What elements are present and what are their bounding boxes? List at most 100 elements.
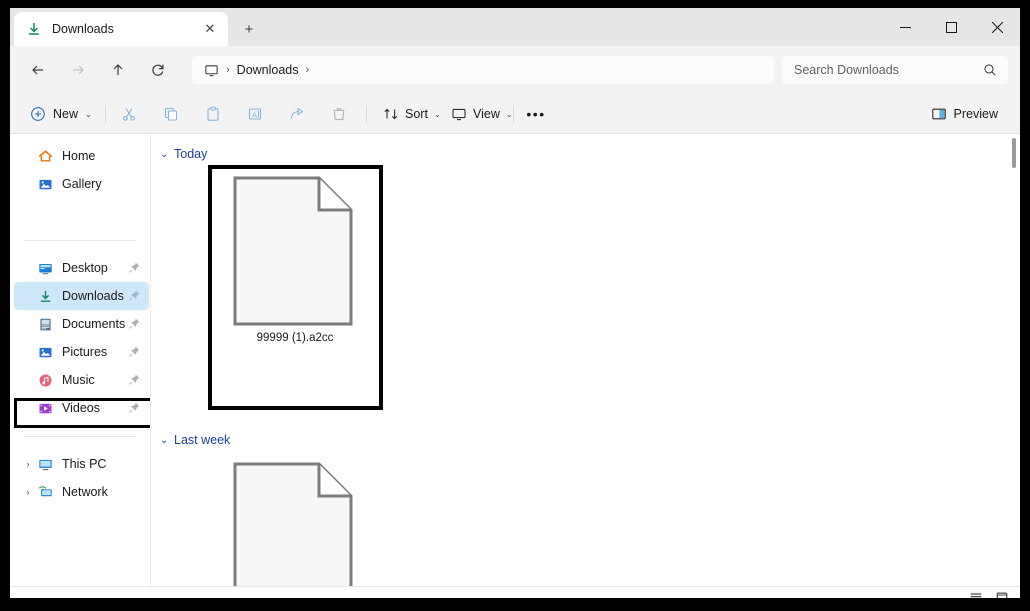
tile-view-icon[interactable] bbox=[994, 590, 1010, 598]
paste-icon bbox=[205, 106, 221, 122]
group-header-label: Last week bbox=[174, 433, 230, 447]
sidebar-item-label: Home bbox=[62, 149, 95, 163]
view-button-label: View bbox=[473, 107, 500, 121]
more-options-button[interactable]: ••• bbox=[521, 100, 551, 128]
file-list-pane[interactable]: ⌄ Today 99999 (1).a2cc ⌄ Last week bbox=[151, 134, 1020, 586]
share-button[interactable] bbox=[282, 100, 312, 128]
group-header-last-week[interactable]: ⌄ Last week bbox=[160, 430, 230, 450]
forward-button[interactable] bbox=[62, 54, 94, 86]
cut-icon bbox=[121, 106, 137, 122]
sidebar-item-pictures[interactable]: Pictures bbox=[14, 338, 149, 366]
sidebar-item-downloads[interactable]: Downloads bbox=[14, 282, 149, 310]
sidebar-item-label: Gallery bbox=[62, 177, 102, 191]
list-view-icon[interactable] bbox=[968, 590, 984, 598]
delete-icon bbox=[331, 106, 347, 122]
file-name: 99999 (1).a2cc bbox=[219, 332, 371, 344]
group-header-today[interactable]: ⌄ Today bbox=[160, 144, 207, 164]
sort-button[interactable]: Sort ⌄ bbox=[376, 100, 448, 128]
sidebar-divider bbox=[24, 240, 136, 241]
chevron-down-icon[interactable]: ⌄ bbox=[160, 149, 174, 160]
file-item[interactable]: 99999 (1).a2cc bbox=[219, 174, 371, 324]
sidebar-item-music[interactable]: Music bbox=[14, 366, 149, 394]
pin-icon[interactable] bbox=[128, 317, 141, 330]
chevron-down-icon: ⌄ bbox=[506, 110, 513, 119]
toolbar-separator bbox=[105, 105, 106, 123]
vertical-scrollbar[interactable] bbox=[1008, 134, 1020, 586]
status-bar bbox=[10, 586, 1020, 598]
refresh-button[interactable] bbox=[142, 54, 174, 86]
sort-icon bbox=[383, 106, 399, 122]
new-tab-button[interactable]: + bbox=[236, 18, 262, 42]
delete-button[interactable] bbox=[324, 100, 354, 128]
file-item[interactable] bbox=[219, 460, 371, 586]
title-bar: Downloads ✕ + bbox=[10, 8, 1020, 46]
sidebar-item-label: Downloads bbox=[62, 289, 124, 303]
sidebar-item-gallery[interactable]: Gallery bbox=[14, 170, 149, 198]
chevron-right-icon[interactable]: › bbox=[22, 450, 34, 478]
copy-button[interactable] bbox=[156, 100, 186, 128]
cut-button[interactable] bbox=[114, 100, 144, 128]
toolbar-separator-2 bbox=[366, 105, 367, 123]
search-input[interactable]: Search Downloads bbox=[782, 56, 1008, 84]
pin-icon[interactable] bbox=[128, 261, 141, 274]
sidebar-item-this-pc[interactable]: › This PC bbox=[14, 450, 149, 478]
sort-button-label: Sort bbox=[405, 107, 428, 121]
chevron-down-icon: ⌄ bbox=[85, 110, 92, 119]
sidebar-item-home[interactable]: Home bbox=[14, 142, 149, 170]
breadcrumb-downloads[interactable]: Downloads bbox=[237, 63, 299, 77]
monitor-icon[interactable] bbox=[204, 63, 219, 78]
pin-icon[interactable] bbox=[128, 345, 141, 358]
address-bar[interactable]: › Downloads › bbox=[192, 56, 774, 84]
generic-file-icon bbox=[231, 174, 355, 328]
network-icon bbox=[37, 484, 53, 500]
documents-icon bbox=[37, 316, 53, 332]
sidebar-item-videos[interactable]: Videos bbox=[14, 394, 149, 422]
plus-circle-icon bbox=[30, 106, 46, 122]
view-button[interactable]: View ⌄ bbox=[444, 100, 520, 128]
pin-icon[interactable] bbox=[128, 373, 141, 386]
search-placeholder: Search Downloads bbox=[794, 63, 983, 77]
desktop-icon bbox=[37, 260, 53, 276]
breadcrumb-separator-trailing[interactable]: › bbox=[306, 64, 310, 76]
sidebar-item-label: This PC bbox=[62, 457, 106, 471]
minimize-button[interactable] bbox=[882, 8, 928, 46]
close-window-button[interactable] bbox=[974, 8, 1020, 46]
chevron-down-icon[interactable]: ⌄ bbox=[160, 435, 174, 446]
pin-icon[interactable] bbox=[128, 289, 141, 302]
svg-text:A: A bbox=[252, 110, 257, 119]
videos-icon bbox=[37, 400, 53, 416]
sidebar-item-network[interactable]: › Network bbox=[14, 478, 149, 506]
navigation-pane: Home Gallery D bbox=[10, 134, 150, 586]
search-icon[interactable] bbox=[983, 63, 997, 77]
sidebar-item-label: Videos bbox=[62, 401, 100, 415]
generic-file-icon bbox=[231, 460, 355, 586]
preview-pane-icon bbox=[931, 106, 947, 122]
paste-button[interactable] bbox=[198, 100, 228, 128]
maximize-button[interactable] bbox=[928, 8, 974, 46]
sidebar-item-desktop[interactable]: Desktop bbox=[14, 254, 149, 282]
sidebar-item-label: Network bbox=[62, 485, 108, 499]
back-button[interactable] bbox=[22, 54, 54, 86]
close-icon[interactable]: ✕ bbox=[202, 21, 218, 37]
new-button[interactable]: New ⌄ bbox=[22, 100, 100, 128]
preview-button[interactable]: Preview bbox=[923, 100, 1006, 128]
sidebar-item-label: Documents bbox=[62, 317, 125, 331]
toolbar-separator-3 bbox=[513, 105, 514, 123]
address-bar-row: › Downloads › Search Downloads bbox=[10, 46, 1020, 94]
sidebar-item-documents[interactable]: Documents bbox=[14, 310, 149, 338]
sidebar-item-label: Music bbox=[62, 373, 95, 387]
sidebar-item-label: Desktop bbox=[62, 261, 108, 275]
scrollbar-thumb[interactable] bbox=[1012, 138, 1016, 168]
file-explorer-window: Downloads ✕ + bbox=[10, 8, 1020, 598]
pin-icon[interactable] bbox=[128, 401, 141, 414]
tab-downloads[interactable]: Downloads ✕ bbox=[14, 12, 228, 46]
breadcrumb-separator: › bbox=[226, 64, 230, 76]
rename-button[interactable]: A bbox=[240, 100, 270, 128]
download-icon bbox=[26, 21, 42, 37]
up-button[interactable] bbox=[102, 54, 134, 86]
new-button-label: New bbox=[53, 107, 78, 121]
chevron-down-icon: ⌄ bbox=[434, 110, 441, 119]
chevron-right-icon[interactable]: › bbox=[22, 478, 34, 506]
copy-icon bbox=[163, 106, 179, 122]
gallery-icon bbox=[37, 176, 53, 192]
